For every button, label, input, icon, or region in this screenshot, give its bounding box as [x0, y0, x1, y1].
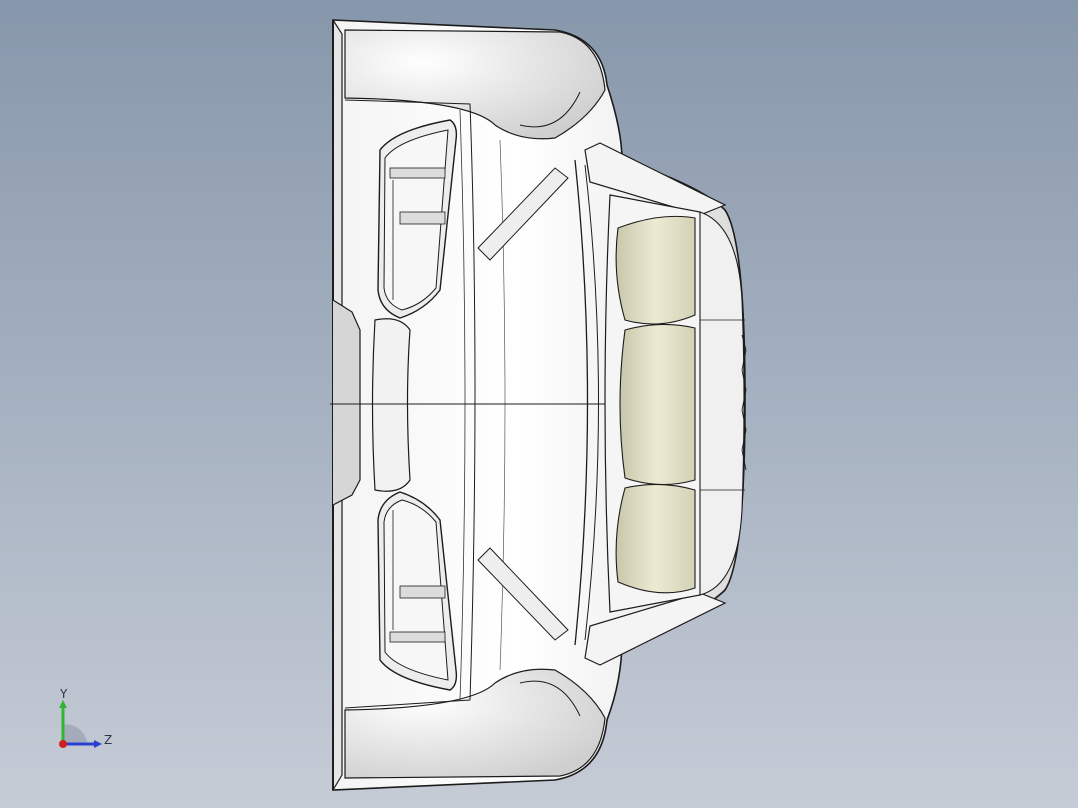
y-axis-arrow — [59, 700, 67, 708]
seat-lower — [615, 483, 696, 594]
y-axis-label: Y — [59, 687, 68, 701]
seat-upper — [615, 215, 696, 325]
rear-deck — [699, 211, 745, 596]
coordinate-triad: Y Z — [59, 687, 112, 748]
graphics-viewport[interactable]: Y Z — [0, 0, 1078, 808]
car-model-top-view[interactable] — [0, 0, 1078, 808]
seat-middle — [619, 323, 696, 486]
z-axis-arrow — [94, 740, 102, 748]
front-bumper-notch — [332, 299, 361, 506]
z-axis-label: Z — [104, 733, 112, 747]
grille — [371, 318, 411, 492]
x-axis-dot — [59, 740, 67, 748]
